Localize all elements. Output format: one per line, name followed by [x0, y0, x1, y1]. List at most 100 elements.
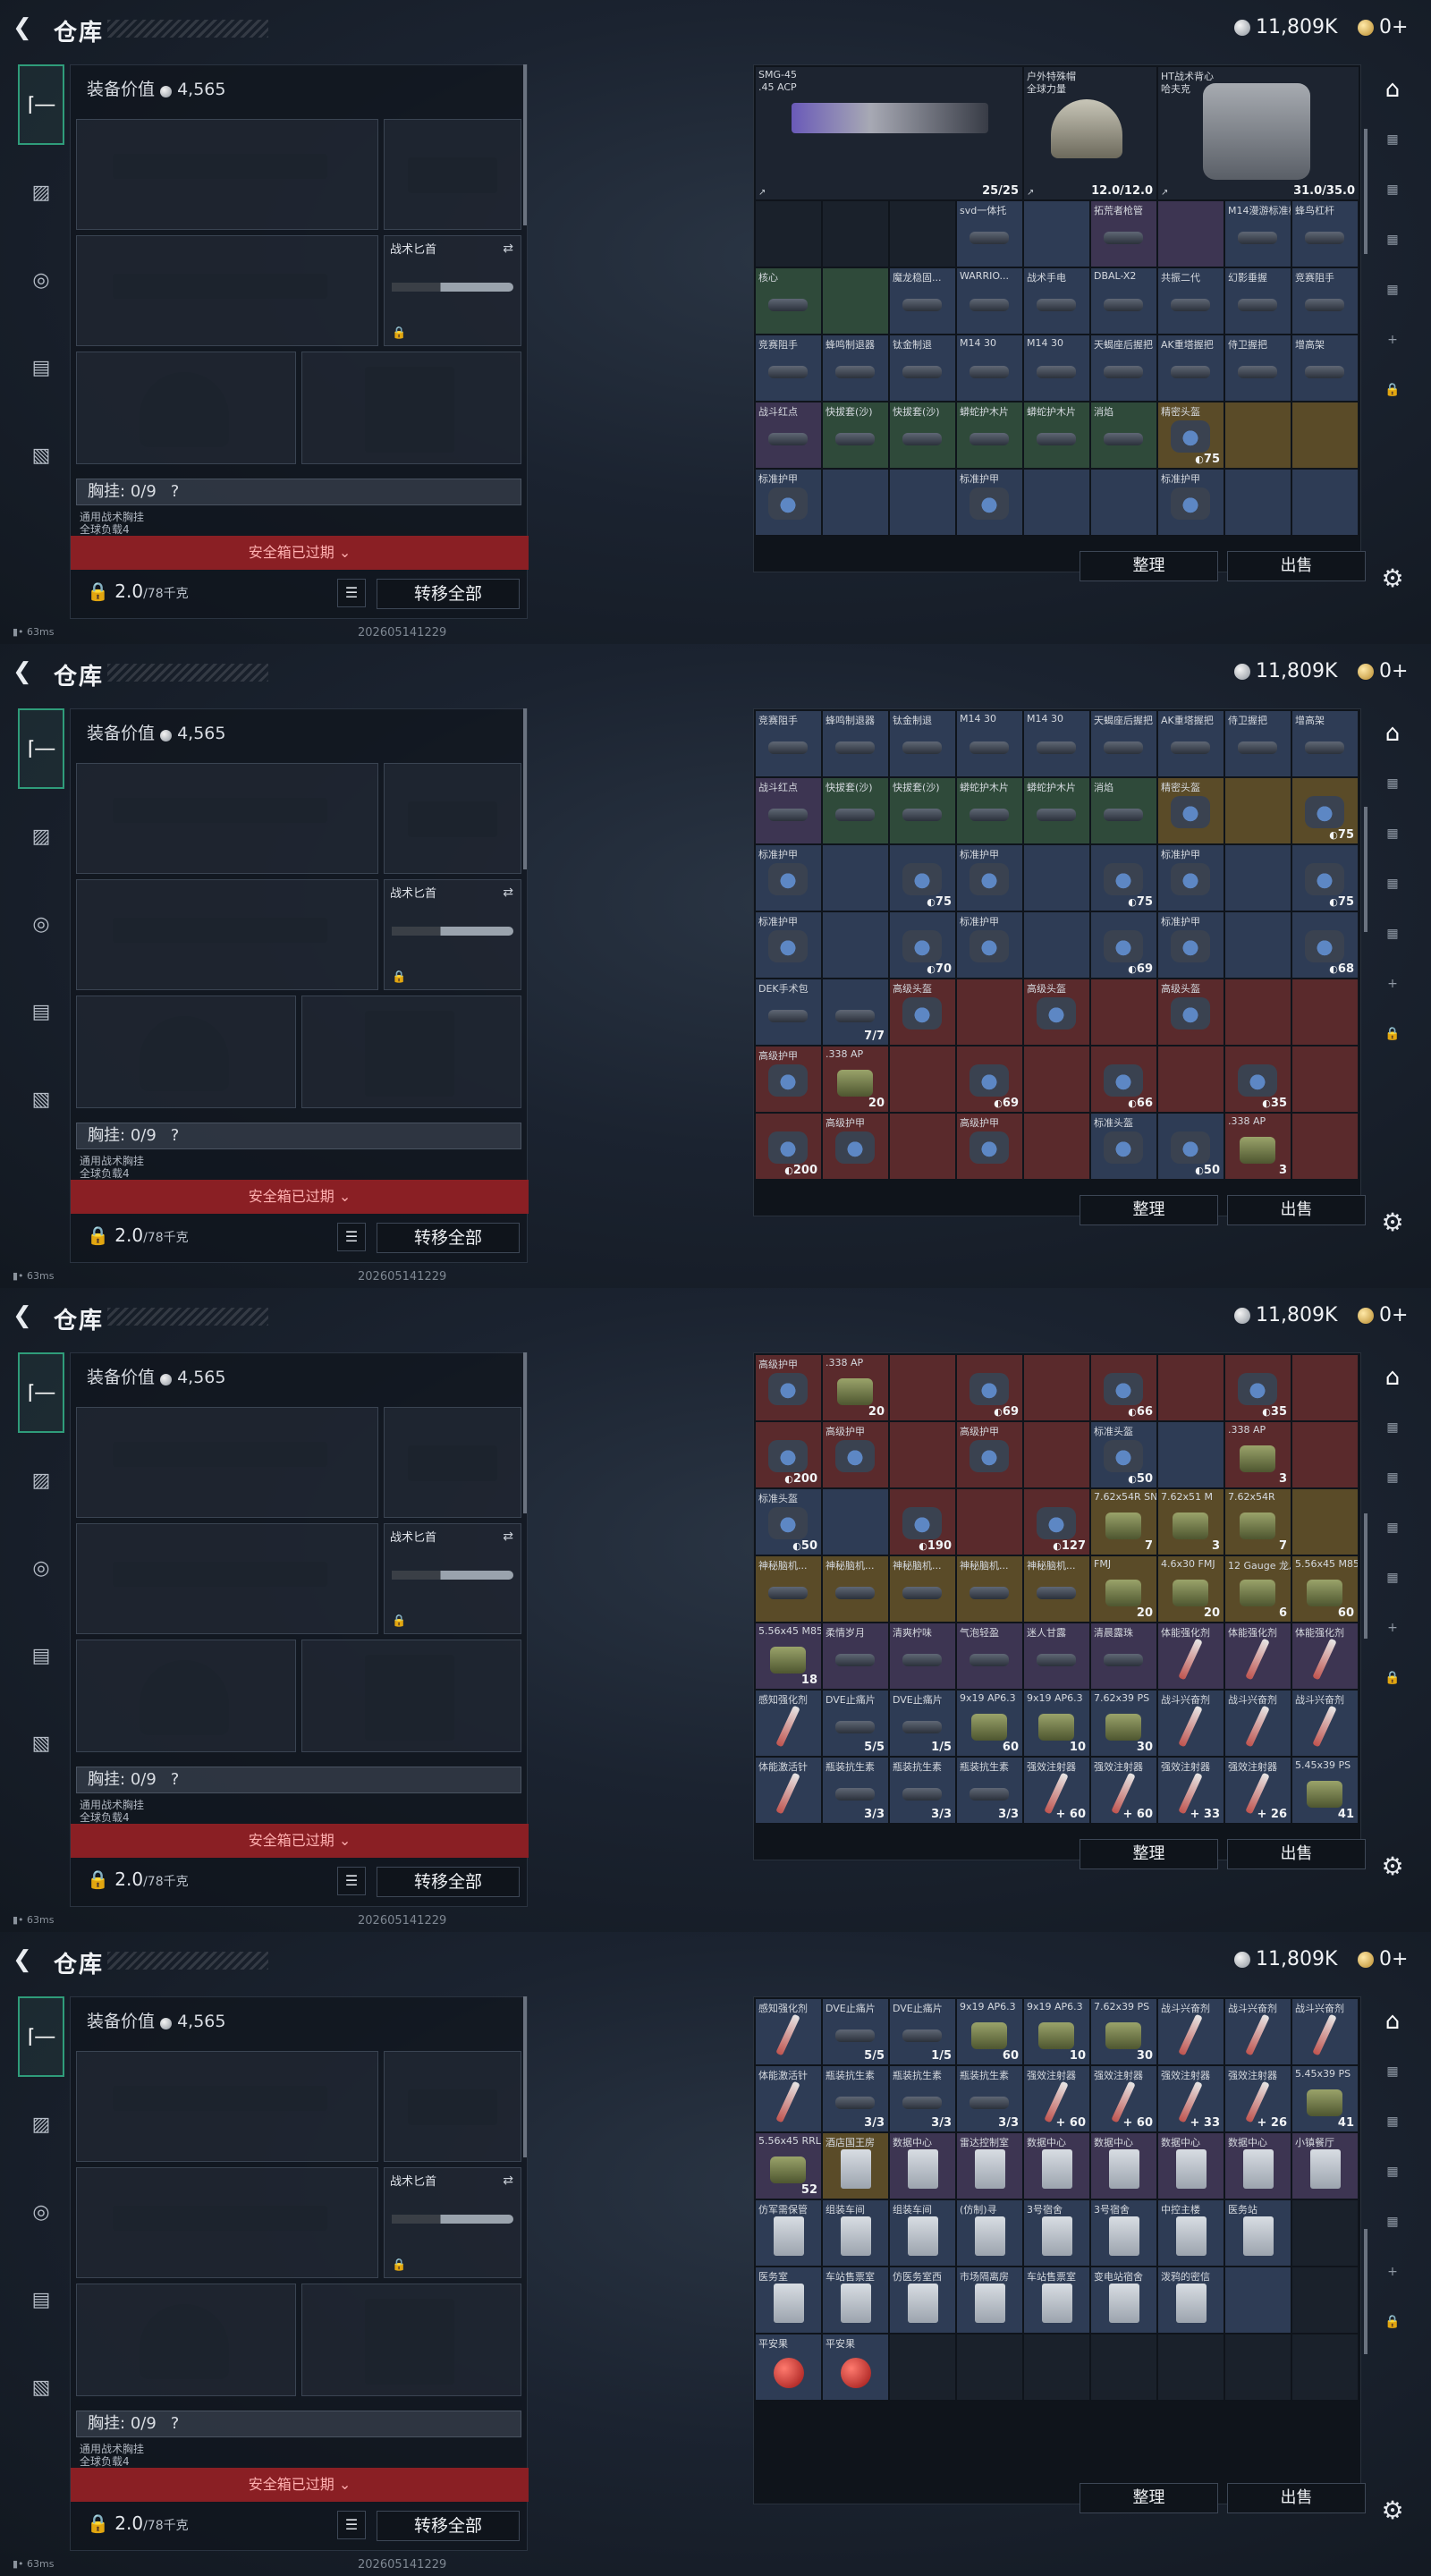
stash-item[interactable]: 70 [890, 912, 955, 978]
stash-item[interactable]: WARRIO... [957, 268, 1022, 334]
safe-box-expired-banner[interactable]: 安全箱已过期 ⌄ [71, 536, 529, 570]
clipboard-icon[interactable]: ▤ [18, 327, 64, 408]
stash-item[interactable]: 高级护甲 [823, 1114, 888, 1179]
stash-item[interactable]: 钛金制退 [890, 711, 955, 776]
stash-item[interactable]: 127 [1024, 1489, 1089, 1555]
pistol-icon[interactable]: ⌈― [18, 1996, 64, 2077]
transfer-all-button[interactable]: 转移全部 [377, 1867, 520, 1897]
stash-item[interactable]: 75 [1292, 778, 1358, 843]
stash-item[interactable] [890, 1114, 955, 1179]
sort-button[interactable]: 整理 [1080, 2483, 1218, 2513]
stash-item[interactable]: 蟒蛇护木片 [1024, 778, 1089, 843]
empty-slot[interactable] [1225, 2334, 1291, 2400]
stash-item[interactable]: 蟒蛇护木片 [957, 402, 1022, 468]
stash-item[interactable] [890, 1046, 955, 1112]
swap-icon[interactable]: ⇄ [503, 2174, 513, 2188]
chest-rig-capacity[interactable]: 胸挂: 0/9? [76, 2411, 521, 2437]
stash-item[interactable]: 9x19 AP6.3 10 [1024, 1690, 1089, 1756]
stash-item[interactable] [823, 912, 888, 978]
help-icon[interactable]: ? [171, 2414, 180, 2433]
empty-slot[interactable] [1091, 2334, 1156, 2400]
stash-item[interactable]: 体能强化剂 [1225, 1623, 1291, 1689]
stash-item[interactable]: 神秘脑机... [823, 1556, 888, 1622]
stash-item[interactable]: 瓶装抗生素 3/3 [890, 1758, 955, 1823]
stash-item-helmet[interactable]: 户外特殊帽 全球力量 12.0/12.0 ↗ [1024, 67, 1156, 199]
stash-item[interactable]: 7.62x39 PS 30 [1091, 1999, 1156, 2064]
stash-item[interactable]: 高级护甲 [756, 1355, 821, 1420]
stash-item[interactable]: DVE止痛片 5/5 [823, 1690, 888, 1756]
stash-item[interactable] [1225, 912, 1291, 978]
stash-item[interactable]: 5.56x45 RRLP 52 [756, 2133, 821, 2199]
stash-item[interactable] [1225, 2267, 1291, 2333]
stash-item[interactable]: 侍卫握把 [1225, 335, 1291, 401]
stash-item[interactable]: 9x19 AP6.3 60 [957, 1999, 1022, 2064]
stash-item[interactable]: 体能强化剂 [1158, 1623, 1224, 1689]
stash-item[interactable] [1158, 1046, 1224, 1112]
stash-item[interactable]: 车站售票室 [1024, 2267, 1089, 2333]
stash-item[interactable]: 5.56x45 M855A1 60 [1292, 1556, 1358, 1622]
warehouse-icon[interactable]: ⌂ [1373, 1352, 1412, 1402]
stash-item[interactable]: 组装车间 [890, 2200, 955, 2266]
sell-button[interactable]: 出售 [1227, 1195, 1366, 1225]
stash-item[interactable]: 战斗红点 [756, 778, 821, 843]
stash-item[interactable] [823, 268, 888, 334]
stash-item-gun[interactable]: SMG-45.45 ACP 25/25 ↗ [756, 67, 1022, 199]
stash-tab-5[interactable]: ▦ [1373, 909, 1412, 959]
stash-item[interactable]: 医务站 [1225, 2200, 1291, 2266]
stash-item[interactable]: 战斗兴奋剂 [1158, 1690, 1224, 1756]
clipboard-icon[interactable]: ▤ [18, 1615, 64, 1696]
vest-icon[interactable]: ▨ [18, 2084, 64, 2165]
stash-item[interactable]: 医务室 [756, 2267, 821, 2333]
stash-item[interactable]: 增高架 [1292, 335, 1358, 401]
stash-item[interactable]: 高级护甲 [957, 1422, 1022, 1487]
primary-weapon-slot[interactable] [76, 1407, 378, 1518]
stash-item[interactable]: 天蝎座后握把 [1091, 711, 1156, 776]
stash-scrollbar[interactable] [1364, 807, 1367, 932]
stash-item[interactable]: 酒店国王房 [823, 2133, 888, 2199]
melee-slot[interactable]: 战术匕首 ⇄ 🔒 [384, 2167, 521, 2278]
stash-item[interactable]: 7.62x51 M 3 [1158, 1489, 1224, 1555]
help-icon[interactable]: ? [171, 1770, 180, 1789]
stash-item[interactable]: 感知强化剂 [756, 1999, 821, 2064]
stash-item[interactable]: 仿医务室西 [890, 2267, 955, 2333]
chest-rig-capacity[interactable]: 胸挂: 0/9? [76, 479, 521, 505]
stash-item[interactable] [823, 845, 888, 911]
empty-slot[interactable] [1292, 2200, 1358, 2266]
stash-item[interactable]: DVE止痛片 1/5 [890, 1690, 955, 1756]
stash-item[interactable]: 3号宿舍 [1091, 2200, 1156, 2266]
add-tab-icon[interactable]: + [1373, 315, 1412, 365]
stash-item[interactable]: 泼鸦的密信 [1158, 2267, 1224, 2333]
sell-button[interactable]: 出售 [1227, 1839, 1366, 1869]
stash-item[interactable]: 强效注射器 + 60 [1024, 2066, 1089, 2131]
stash-item[interactable] [957, 979, 1022, 1045]
empty-slot[interactable] [890, 2334, 955, 2400]
stash-item[interactable]: M14 30 [1024, 711, 1089, 776]
stash-scrollbar[interactable] [1364, 2229, 1367, 2354]
stash-item[interactable]: 66 [1091, 1355, 1156, 1420]
stash-item[interactable]: 快拔套(沙) [890, 778, 955, 843]
stash-tab-2[interactable]: ▦ [1373, 1402, 1412, 1453]
stash-item[interactable]: 竞赛阻手 [1292, 268, 1358, 334]
helmet-icon[interactable]: ◎ [18, 2172, 64, 2252]
stash-item[interactable] [1091, 470, 1156, 535]
vest-icon[interactable]: ▨ [18, 796, 64, 877]
stash-item[interactable]: 高级护甲 [957, 1114, 1022, 1179]
warehouse-icon[interactable]: ⌂ [1373, 1996, 1412, 2046]
stash-item[interactable]: 战斗兴奋剂 [1225, 1999, 1291, 2064]
stash-item[interactable]: 75 [1091, 845, 1156, 911]
briefcase-icon[interactable]: ▧ [18, 1059, 64, 1140]
stash-item[interactable]: 竞赛阻手 [756, 335, 821, 401]
stash-tab-4[interactable]: ▦ [1373, 2147, 1412, 2197]
stash-item[interactable]: M14 30 [957, 335, 1022, 401]
stash-item[interactable]: 体能激活针 [756, 1758, 821, 1823]
helmet-icon[interactable]: ◎ [18, 884, 64, 964]
stash-item[interactable]: .338 AP 3 [1225, 1114, 1291, 1179]
helmet-slot[interactable] [76, 352, 296, 464]
clipboard-icon[interactable]: ▤ [18, 2259, 64, 2340]
stash-item[interactable]: 迷人甘露 [1024, 1623, 1089, 1689]
stash-item[interactable]: 消焰 [1091, 402, 1156, 468]
stash-item[interactable]: 蜂鸟杠杆 [1292, 201, 1358, 267]
stash-item[interactable]: 5.56x45 M855A1 18 [756, 1623, 821, 1689]
stash-item[interactable]: 标准头盔 50 [756, 1489, 821, 1555]
sort-button[interactable]: 整理 [1080, 551, 1218, 581]
